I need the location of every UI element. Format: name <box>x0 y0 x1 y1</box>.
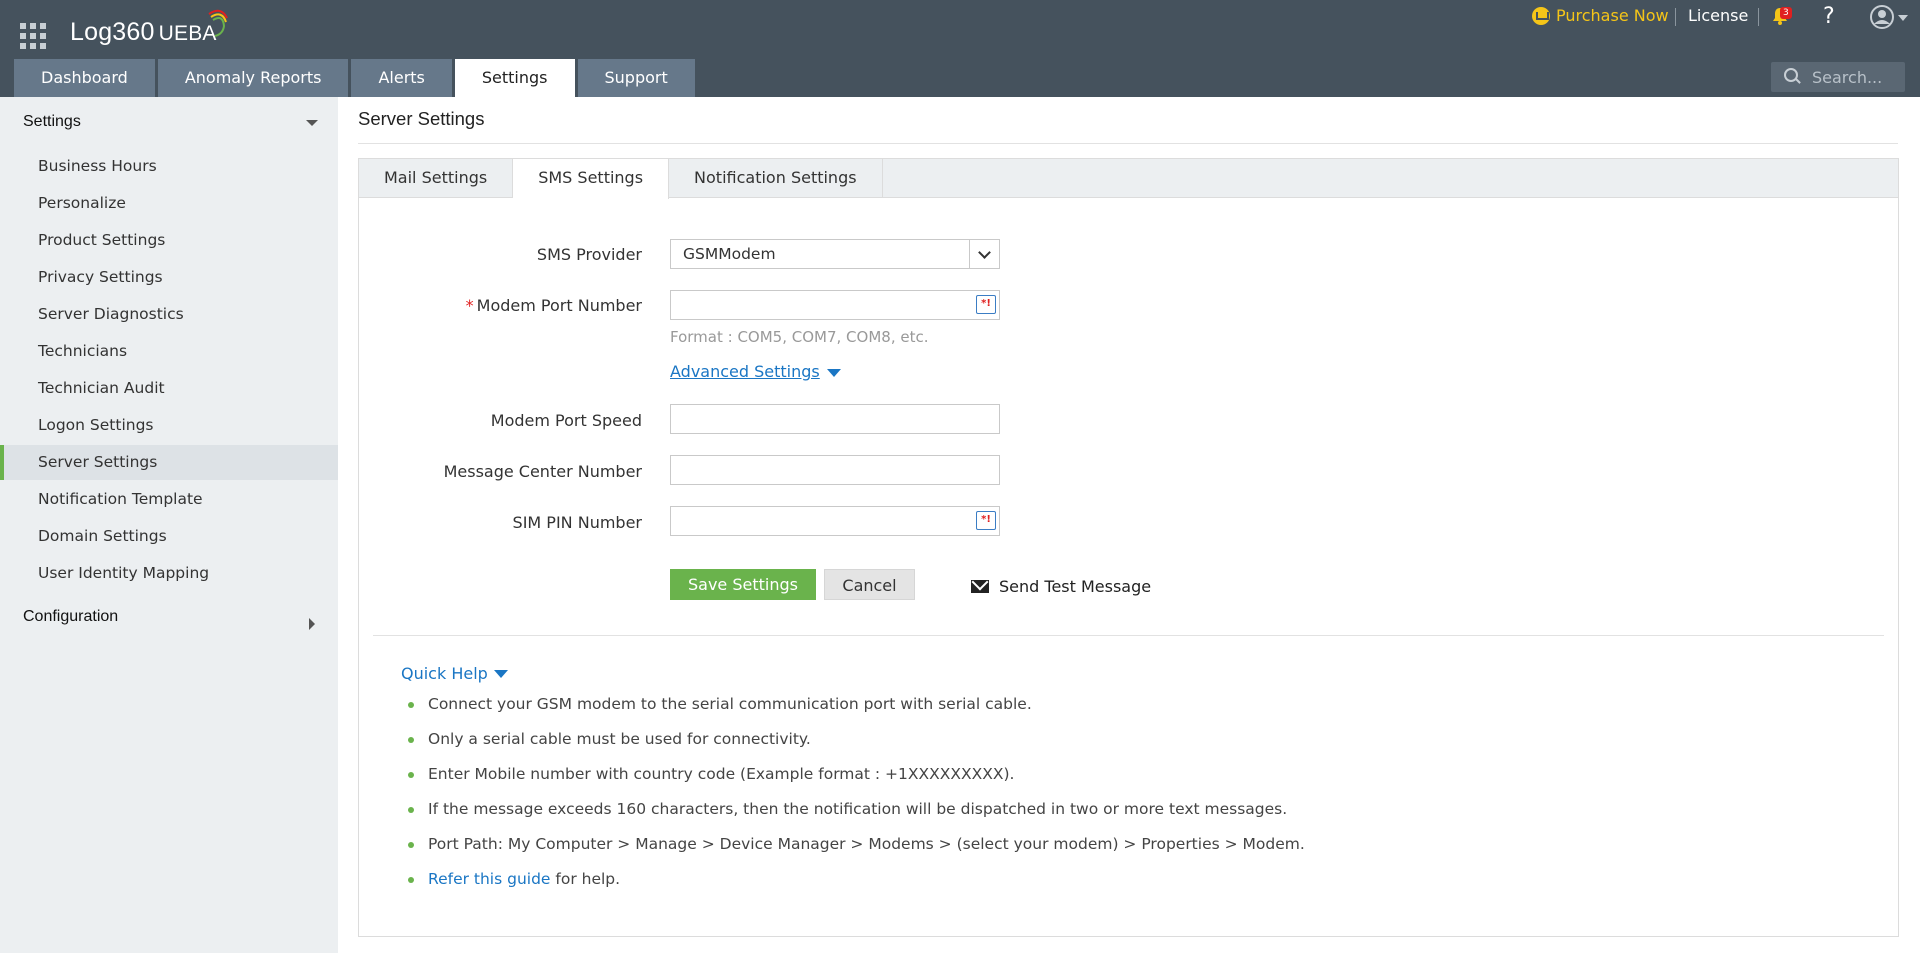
tab-alerts[interactable]: Alerts <box>351 59 452 97</box>
sidebar-section-settings[interactable]: Settings <box>23 113 81 131</box>
settings-subtabs: Mail Settings SMS Settings Notification … <box>359 159 1898 199</box>
product-logo[interactable]: Log360 UEBA <box>70 18 217 47</box>
chevron-down-icon[interactable] <box>969 240 999 268</box>
cart-icon <box>1532 6 1550 25</box>
sidebar-item-privacy-settings[interactable]: Privacy Settings <box>0 260 338 295</box>
modem-port-field[interactable]: *! <box>670 290 1000 320</box>
mail-icon <box>971 580 989 593</box>
title-divider <box>358 143 1898 144</box>
section-divider <box>373 635 1884 636</box>
format-hint: Format : COM5, COM7, COM8, etc. <box>670 328 929 346</box>
search-placeholder: Search... <box>1812 67 1883 87</box>
search-input[interactable]: Search... <box>1771 62 1905 92</box>
password-hint-icon[interactable]: *! <box>976 511 996 530</box>
sidebar-item-business-hours[interactable]: Business Hours <box>0 149 338 184</box>
search-icon <box>1784 68 1802 86</box>
modem-port-label: * Modem Port Number <box>466 296 642 315</box>
list-item: Only a serial cable must be used for con… <box>401 722 1305 757</box>
header-divider <box>1675 8 1676 26</box>
page-title: Server Settings <box>358 108 485 129</box>
main-nav: Dashboard Anomaly Reports Alerts Setting… <box>14 59 698 97</box>
quick-help-list: Connect your GSM modem to the serial com… <box>401 687 1305 897</box>
list-item: Port Path: My Computer > Manage > Device… <box>401 827 1305 862</box>
send-test-label: Send Test Message <box>999 577 1152 596</box>
password-hint-icon[interactable]: *! <box>976 295 996 314</box>
tab-notification-settings[interactable]: Notification Settings <box>669 159 883 198</box>
tab-dashboard[interactable]: Dashboard <box>14 59 155 97</box>
chevron-down-icon[interactable] <box>306 120 318 126</box>
tab-support[interactable]: Support <box>577 59 695 97</box>
chevron-right-icon[interactable] <box>309 618 315 630</box>
modem-port-label-text: Modem Port Number <box>476 296 642 315</box>
purchase-label: Purchase Now <box>1556 6 1669 25</box>
port-speed-label: Modem Port Speed <box>490 411 642 430</box>
app-grid-icon[interactable] <box>20 23 46 49</box>
user-menu-caret-icon[interactable] <box>1898 15 1908 21</box>
sidebar-item-server-settings[interactable]: Server Settings <box>0 445 338 480</box>
logo-name: Log360 <box>70 18 155 46</box>
help-icon[interactable]: ? <box>1823 4 1835 29</box>
top-header: Log360 UEBA Purchase Now License 3 ? Dash… <box>0 0 1920 97</box>
refer-guide-link[interactable]: Refer this guide <box>428 870 550 888</box>
list-item: Enter Mobile number with country code (E… <box>401 757 1305 792</box>
caret-down-icon <box>493 669 508 678</box>
sidebar-item-technicians[interactable]: Technicians <box>0 334 338 369</box>
sms-provider-select[interactable]: GSMModem <box>670 239 1000 269</box>
notification-badge: 3 <box>1780 7 1792 19</box>
list-item: Connect your GSM modem to the serial com… <box>401 687 1305 722</box>
tab-mail-settings[interactable]: Mail Settings <box>359 159 514 198</box>
send-test-message-link[interactable]: Send Test Message <box>971 577 1151 596</box>
sim-pin-label: SIM PIN Number <box>512 513 642 532</box>
header-divider <box>1758 8 1759 26</box>
save-settings-button[interactable]: Save Settings <box>670 569 816 600</box>
message-center-label: Message Center Number <box>443 462 642 481</box>
quick-help-toggle[interactable]: Quick Help <box>401 664 508 683</box>
list-item: Refer this guide for help. <box>401 862 1305 897</box>
tab-settings[interactable]: Settings <box>454 59 575 97</box>
sim-pin-field[interactable]: *! <box>670 506 1000 536</box>
tab-sms-settings[interactable]: SMS Settings <box>513 159 670 199</box>
caret-down-icon[interactable] <box>827 369 841 377</box>
purchase-now-link[interactable]: Purchase Now <box>1532 6 1669 25</box>
refer-guide-suffix: for help. <box>550 870 621 888</box>
sidebar-item-product-settings[interactable]: Product Settings <box>0 223 338 258</box>
sidebar-item-technician-audit[interactable]: Technician Audit <box>0 371 338 406</box>
sidebar: Settings Business Hours Personalize Prod… <box>0 97 338 953</box>
tab-anomaly-reports[interactable]: Anomaly Reports <box>157 59 349 97</box>
required-marker: * <box>465 296 474 315</box>
sms-provider-value: GSMModem <box>683 245 776 263</box>
sidebar-item-personalize[interactable]: Personalize <box>0 186 338 221</box>
quick-help-title: Quick Help <box>401 664 488 683</box>
sidebar-item-user-identity-mapping[interactable]: User Identity Mapping <box>0 556 338 591</box>
port-speed-field[interactable] <box>670 404 1000 434</box>
sidebar-item-domain-settings[interactable]: Domain Settings <box>0 519 338 554</box>
user-icon[interactable] <box>1870 5 1894 29</box>
sidebar-item-logon-settings[interactable]: Logon Settings <box>0 408 338 443</box>
advanced-settings-link[interactable]: Advanced Settings <box>670 362 820 381</box>
list-item: If the message exceeds 160 characters, t… <box>401 792 1305 827</box>
message-center-field[interactable] <box>670 455 1000 485</box>
license-link[interactable]: License <box>1688 6 1748 25</box>
logo-arc-icon <box>208 9 228 37</box>
sms-provider-label: SMS Provider <box>536 245 642 264</box>
sidebar-item-notification-template[interactable]: Notification Template <box>0 482 338 517</box>
sidebar-section-configuration[interactable]: Configuration <box>23 608 118 626</box>
sidebar-item-server-diagnostics[interactable]: Server Diagnostics <box>0 297 338 332</box>
settings-panel: Mail Settings SMS Settings Notification … <box>358 158 1899 937</box>
cancel-button[interactable]: Cancel <box>824 569 915 600</box>
